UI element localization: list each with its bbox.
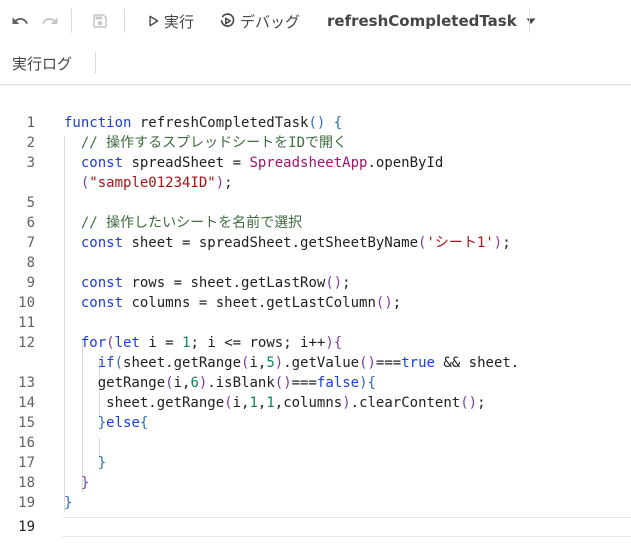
toolbar-separator [124,9,125,33]
code-text: // 操作したいシートを名前で選択 [64,215,303,231]
function-selector[interactable]: refreshCompletedTask [327,0,537,42]
current-line-number: 19 [18,519,35,535]
code-line: 5 [26,195,35,211]
undo-button[interactable] [6,0,34,42]
code-text: const spreadSheet = SpreadsheetApp.openB… [80,155,444,171]
debug-icon [220,13,235,27]
run-label: 実行 [164,12,195,31]
toolbar-separator [71,9,72,33]
code-line: 9 const rows = sheet.getLastRow(); [26,275,351,291]
code-line: 1 function refreshCompletedTask() { [26,115,343,131]
code-line: ("sample01234ID"); [0,173,631,193]
toolbar-separator [529,9,530,33]
code-line: 8 [26,255,35,271]
caret-down-icon [526,18,536,24]
code-text: ("sample01234ID"); [80,175,233,191]
editor-toolbar: 実行 デバッグ refreshCompletedTask [0,0,631,42]
code-text: } [97,455,107,471]
debug-button[interactable]: デバッグ [219,0,300,42]
code-line: 10 const columns = sheet.getLastColumn()… [18,295,402,311]
code-line: 18 } [18,475,90,491]
code-text: const columns = sheet.getLastColumn(); [80,295,402,311]
play-icon [149,15,159,27]
code-text: if(sheet.getRange(i,5).getValue()===true… [97,355,520,371]
code-text: } [80,475,90,491]
code-line: 17 } [18,455,107,471]
code-text: const sheet = spreadSheet.getSheetByName… [80,235,511,251]
execution-log-label: 実行ログ [12,54,73,73]
code-text: } [64,495,73,511]
redo-icon [42,17,58,24]
code-line: 19 } [18,495,73,511]
toolbar-separator [95,52,96,74]
run-button[interactable]: 実行 [146,0,194,42]
code-line: 11 [18,315,35,331]
code-line: 2 // 操作するスプレッドシートをIDで開く [26,135,347,151]
code-line: if(sheet.getRange(i,5).getValue()===true… [0,353,631,373]
code-editor[interactable]: 1 function refreshCompletedTask() { 2 //… [0,85,631,546]
code-text: sheet.getRange(i,1,1,columns).clearConte… [64,395,486,411]
code-line: 6 // 操作したいシートを名前で選択 [26,215,303,231]
code-line: 13 getRange(i,6).isBlank()===false){ [18,375,376,391]
undo-icon [12,17,28,24]
code-text: getRange(i,6).isBlank()===false){ [64,375,376,391]
code-line: 16 [18,435,35,451]
code-line: 14 sheet.getRange(i,1,1,columns).clearCo… [18,395,486,411]
code-text: function refreshCompletedTask() { [64,115,343,131]
code-text: for(let i = 1; i <= rows; i++){ [80,335,343,351]
code-line: 7 const sheet = spreadSheet.getSheetByNa… [26,235,511,251]
code-text: const rows = sheet.getLastRow(); [80,275,351,291]
debug-label: デバッグ [240,12,301,31]
secondary-toolbar: 実行ログ [0,42,631,85]
code-line: 15 }else{ [18,415,149,431]
code-line: 12 for(let i = 1; i <= rows; i++){ [18,335,343,351]
function-name: refreshCompletedTask [327,12,517,30]
code-text: // 操作するスプレッドシートをIDで開く [64,135,347,151]
save-button[interactable] [86,0,114,42]
save-icon [93,14,107,28]
code-line: 3 const spreadSheet = SpreadsheetApp.ope… [26,155,444,171]
code-text: }else{ [97,415,149,431]
current-line-highlight [62,517,631,537]
redo-button[interactable] [36,0,64,42]
execution-log-button[interactable]: 実行ログ [12,42,72,84]
